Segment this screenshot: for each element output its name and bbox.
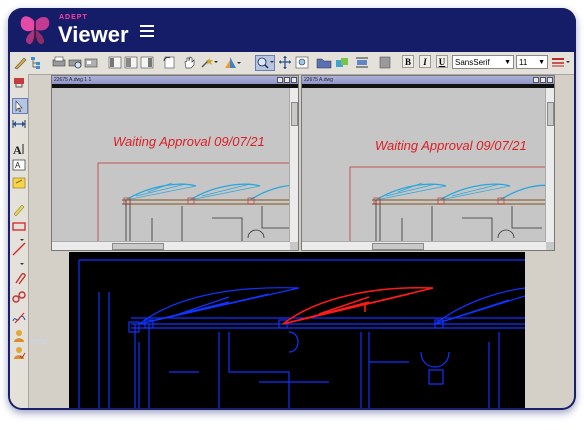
- hamburger-menu-icon[interactable]: [140, 25, 154, 37]
- fax-icon[interactable]: [84, 55, 98, 70]
- signature-icon[interactable]: [12, 311, 26, 325]
- vertical-scrollbar[interactable]: [545, 88, 554, 242]
- zoom-window-icon[interactable]: [255, 55, 275, 71]
- approval-stamp-icon[interactable]: [12, 346, 26, 360]
- cad-detail-view[interactable]: [69, 252, 525, 408]
- rotate-page-icon[interactable]: [162, 55, 176, 70]
- print-icon[interactable]: [52, 55, 66, 70]
- svg-text:A: A: [15, 161, 21, 170]
- drawing-canvas[interactable]: Waiting Approval 09/07/21: [52, 88, 290, 242]
- pen-icon[interactable]: [13, 55, 27, 70]
- underline-button[interactable]: U: [436, 55, 448, 68]
- text-box-icon[interactable]: A: [12, 158, 26, 172]
- app-header: ADEPT Viewer: [8, 8, 576, 52]
- print-preview-icon[interactable]: [68, 55, 82, 70]
- tree-icon[interactable]: [30, 55, 42, 70]
- font-family-select[interactable]: SansSerif ▼: [452, 55, 514, 69]
- dimension-icon[interactable]: [12, 117, 26, 131]
- stamp-icon[interactable]: [378, 55, 392, 70]
- magic-wand-icon[interactable]: [200, 55, 218, 70]
- zoom-extents-icon[interactable]: [295, 55, 309, 70]
- note-icon[interactable]: [12, 176, 26, 190]
- fit-page-icon[interactable]: [278, 55, 292, 70]
- chevron-down-icon: ▼: [538, 59, 545, 66]
- page-layout-icon[interactable]: [108, 55, 122, 70]
- scroll-thumb[interactable]: [291, 102, 298, 126]
- brand-subtitle: ADEPT: [59, 14, 88, 21]
- link-icon[interactable]: [12, 290, 26, 304]
- font-size-select[interactable]: 11 ▼: [516, 55, 548, 69]
- paperclip-icon[interactable]: [12, 271, 26, 285]
- line-style-icon[interactable]: [551, 55, 571, 70]
- chevron-down-icon: ▼: [504, 59, 511, 66]
- svg-text:A: A: [13, 143, 22, 156]
- main-toolbar: B I U SansSerif ▼ 11 ▼: [10, 52, 574, 75]
- user-stamp-icon[interactable]: [12, 329, 26, 343]
- scroll-thumb[interactable]: [547, 102, 554, 126]
- font-family-value: SansSerif: [455, 58, 490, 67]
- open-file-icon[interactable]: [316, 55, 332, 70]
- italic-button[interactable]: I: [419, 55, 431, 68]
- app-frame: ADEPT Viewer B I U SansSerif ▼ 11 ▼ A A …: [8, 8, 576, 410]
- highlighter-icon[interactable]: [12, 202, 26, 217]
- split-view-icon[interactable]: [124, 55, 138, 70]
- scroll-thumb[interactable]: [112, 243, 164, 250]
- window-controls: [533, 77, 553, 83]
- horizontal-scrollbar[interactable]: [52, 241, 290, 250]
- vertical-scrollbar[interactable]: [289, 88, 298, 242]
- line-tool-icon[interactable]: [12, 242, 26, 256]
- horizontal-scrollbar[interactable]: [302, 241, 546, 250]
- window-controls: [277, 77, 297, 83]
- chevron-down-icon[interactable]: [12, 231, 26, 241]
- document-title: 22675 A.dwg 1 1: [52, 76, 298, 84]
- hidden-label: hour: [30, 336, 49, 346]
- stamp-tool-icon[interactable]: [12, 75, 26, 89]
- select-arrow-icon[interactable]: [12, 98, 28, 114]
- drawing-canvas[interactable]: Waiting Approval 09/07/21: [302, 88, 546, 242]
- close-icon[interactable]: [547, 77, 553, 83]
- compare-view-icon[interactable]: [140, 55, 154, 70]
- chevron-down-icon[interactable]: [12, 255, 26, 265]
- viewer-app: B I U SansSerif ▼ 11 ▼ A A hour 22675 A.…: [10, 52, 574, 408]
- brand-title: Viewer: [58, 22, 129, 47]
- scroll-thumb[interactable]: [372, 243, 424, 250]
- layers-icon[interactable]: [224, 55, 242, 70]
- close-icon[interactable]: [291, 77, 297, 83]
- pan-hand-icon[interactable]: [182, 55, 196, 70]
- cad-floor-plan: [78, 259, 525, 408]
- document-title: 22675 A.dwg: [302, 76, 554, 84]
- document-window-2[interactable]: 22675 A.dwg Waiting Approval 09/07/21: [301, 75, 555, 251]
- maximize-icon[interactable]: [284, 77, 290, 83]
- markup-layers-icon[interactable]: [334, 55, 350, 70]
- minimize-icon[interactable]: [277, 77, 283, 83]
- document-window-1[interactable]: 22675 A.dwg 1 1 Waiting Approval 09/07/2…: [51, 75, 299, 251]
- floor-plan-drawing: [349, 166, 546, 242]
- font-size-value: 11: [519, 58, 528, 67]
- maximize-icon[interactable]: [540, 77, 546, 83]
- bold-button[interactable]: B: [402, 55, 414, 68]
- minimize-icon[interactable]: [533, 77, 539, 83]
- butterfly-logo-icon: [20, 16, 50, 45]
- measure-icon[interactable]: [355, 55, 369, 70]
- floor-plan-drawing: [97, 162, 290, 242]
- markup-toolbar: A A: [10, 74, 29, 408]
- text-tool-icon[interactable]: A: [12, 142, 26, 157]
